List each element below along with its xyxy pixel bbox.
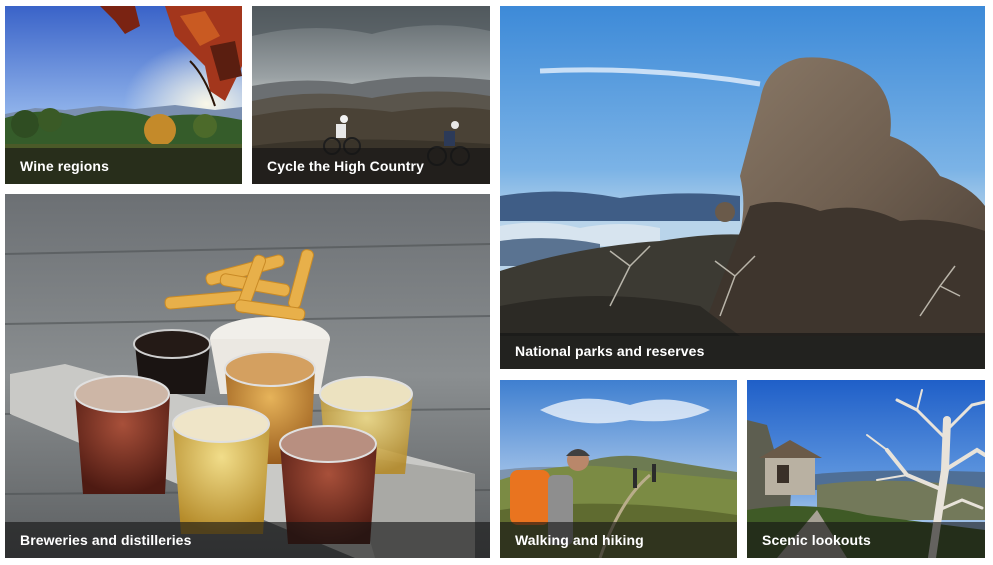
tile-caption: National parks and reserves <box>500 333 985 369</box>
tile-scenic-lookouts[interactable]: Scenic lookouts <box>747 380 985 558</box>
breweries-image <box>5 194 490 558</box>
tile-caption: Wine regions <box>5 148 242 184</box>
tile-walking-hiking[interactable]: Walking and hiking <box>500 380 737 558</box>
tile-caption: Scenic lookouts <box>747 522 985 558</box>
tile-caption: Walking and hiking <box>500 522 737 558</box>
tile-wine-regions[interactable]: Wine regions <box>5 6 242 184</box>
tile-label: Breweries and distilleries <box>20 532 192 548</box>
tile-caption: Cycle the High Country <box>252 148 490 184</box>
tile-label: National parks and reserves <box>515 343 705 359</box>
tile-breweries[interactable]: Breweries and distilleries <box>5 194 490 558</box>
tile-label: Walking and hiking <box>515 532 644 548</box>
tile-label: Wine regions <box>20 158 109 174</box>
national-parks-image <box>500 6 985 369</box>
tile-national-parks[interactable]: National parks and reserves <box>500 6 985 369</box>
tile-cycle-high-country[interactable]: Cycle the High Country <box>252 6 490 184</box>
tile-caption: Breweries and distilleries <box>5 522 490 558</box>
tile-label: Scenic lookouts <box>762 532 871 548</box>
tile-label: Cycle the High Country <box>267 158 424 174</box>
